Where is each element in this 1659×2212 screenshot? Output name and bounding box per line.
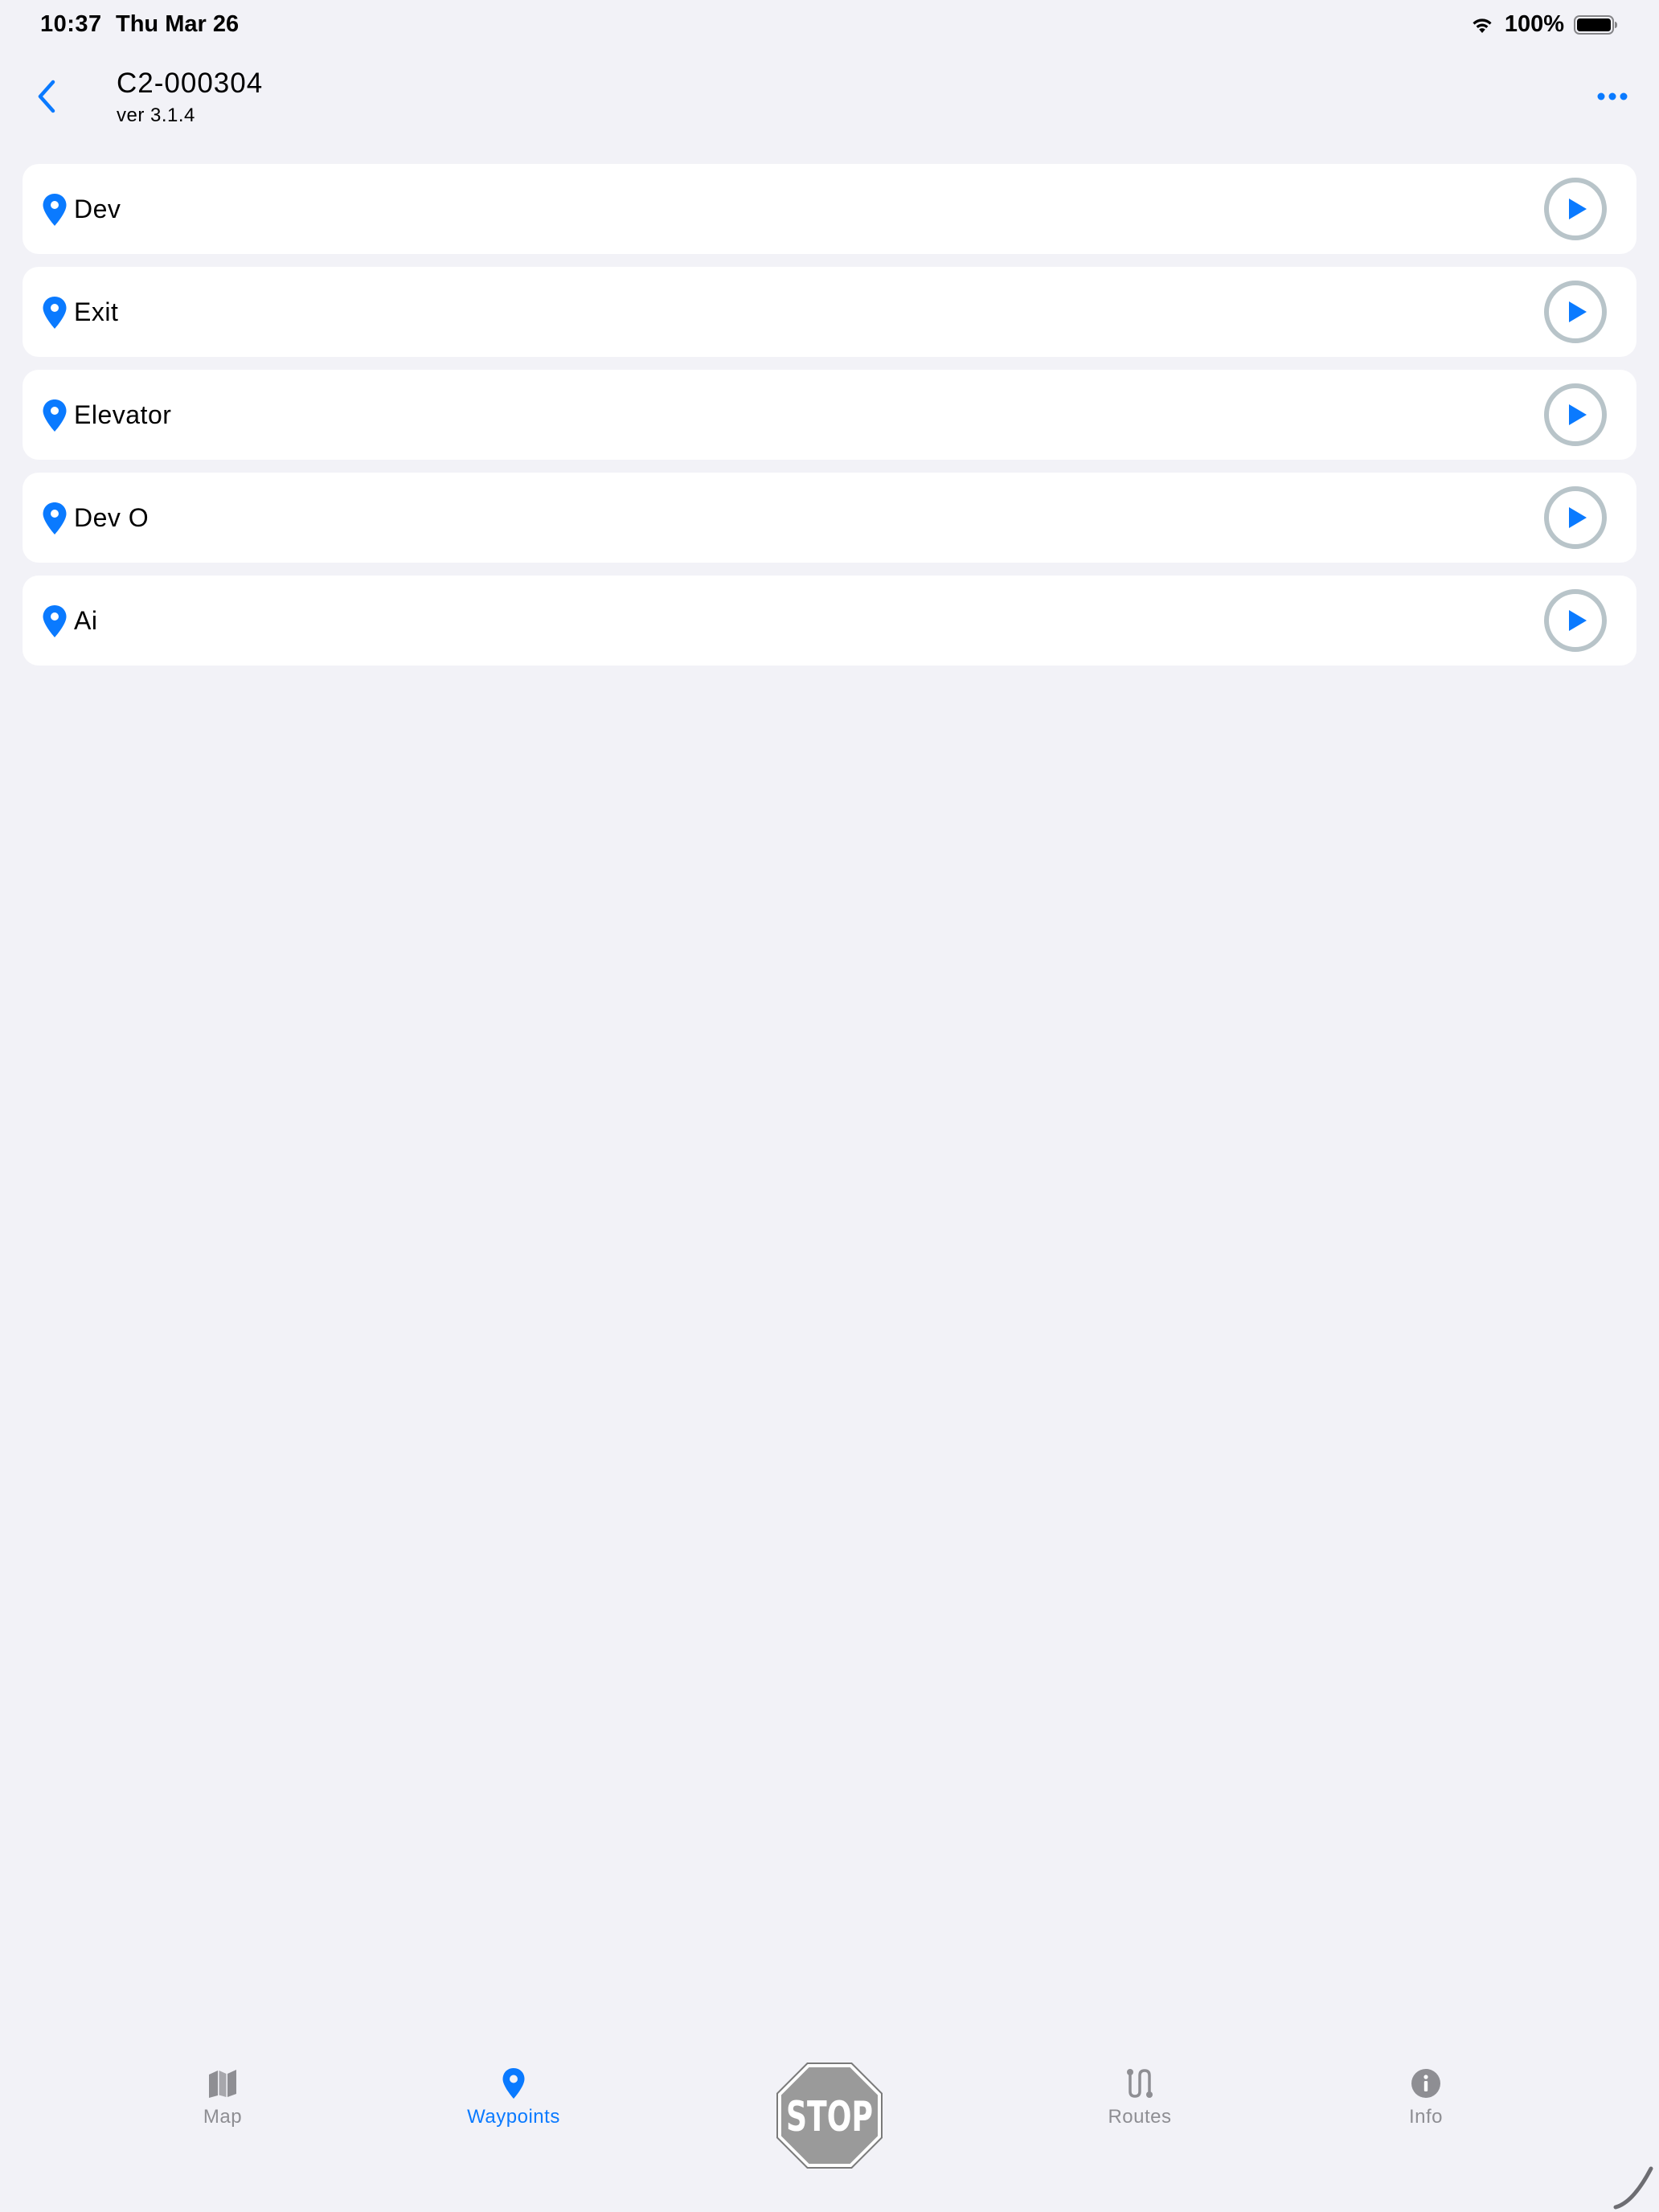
back-button[interactable]	[24, 74, 69, 119]
page-title: C2-000304	[117, 68, 264, 99]
waypoint-row-ai[interactable]: Ai	[23, 576, 1636, 666]
stop-label: STOP	[786, 2093, 873, 2141]
location-pin-icon	[43, 297, 67, 329]
location-pin-icon	[43, 399, 67, 432]
waypoint-row-dev[interactable]: Dev	[23, 164, 1636, 254]
location-pin-icon	[502, 2068, 525, 2099]
navigation-header: C2-000304 ver 3.1.4	[0, 56, 1659, 137]
status-indicators: 100%	[1469, 11, 1619, 38]
tab-label: Map	[203, 2106, 243, 2128]
play-button[interactable]	[1543, 588, 1608, 653]
battery-icon	[1574, 14, 1617, 35]
ellipsis-icon	[1597, 92, 1628, 100]
waypoint-row-exit[interactable]: Exit	[23, 267, 1636, 357]
waypoint-row-dev-o[interactable]: Dev O	[23, 473, 1636, 563]
tab-label: Routes	[1108, 2106, 1172, 2128]
map-icon	[209, 2070, 236, 2098]
route-icon	[1127, 2069, 1153, 2098]
info-icon	[1411, 2069, 1440, 2098]
waypoint-name: Dev	[74, 195, 121, 223]
tab-label: Waypoints	[467, 2106, 560, 2128]
waypoint-name: Exit	[74, 297, 119, 326]
status-bar: 10:37 Thu Mar 26 100%	[0, 0, 1659, 51]
chevron-left-icon	[38, 80, 55, 113]
status-date: Thu Mar 26	[116, 11, 240, 37]
location-pin-icon	[43, 502, 67, 535]
stop-button[interactable]: STOP	[776, 2062, 883, 2169]
tab-info[interactable]: Info	[1346, 2058, 1506, 2154]
waypoint-name: Elevator	[74, 400, 172, 429]
play-button[interactable]	[1543, 383, 1608, 447]
status-time: 10:37	[40, 11, 102, 37]
pencil-stroke-indicator	[1613, 2166, 1653, 2210]
tab-label: Info	[1408, 2106, 1444, 2128]
wifi-icon	[1473, 18, 1492, 33]
location-pin-icon	[43, 194, 67, 226]
version-label: ver 3.1.4	[117, 104, 195, 126]
more-options-button[interactable]	[1588, 79, 1636, 114]
waypoint-name: Dev O	[74, 503, 150, 532]
waypoint-name: Ai	[74, 606, 98, 635]
tab-map[interactable]: Map	[142, 2058, 303, 2154]
location-pin-icon	[43, 605, 67, 637]
tab-waypoints[interactable]: Waypoints	[433, 2058, 594, 2154]
play-button[interactable]	[1543, 280, 1608, 344]
waypoint-row-elevator[interactable]: Elevator	[23, 370, 1636, 460]
battery-percent: 100%	[1504, 11, 1564, 37]
play-button[interactable]	[1543, 485, 1608, 550]
waypoint-list: Dev Exit Elevator Dev O Ai	[23, 164, 1636, 678]
tab-routes[interactable]: Routes	[1059, 2058, 1220, 2154]
play-button[interactable]	[1543, 177, 1608, 241]
